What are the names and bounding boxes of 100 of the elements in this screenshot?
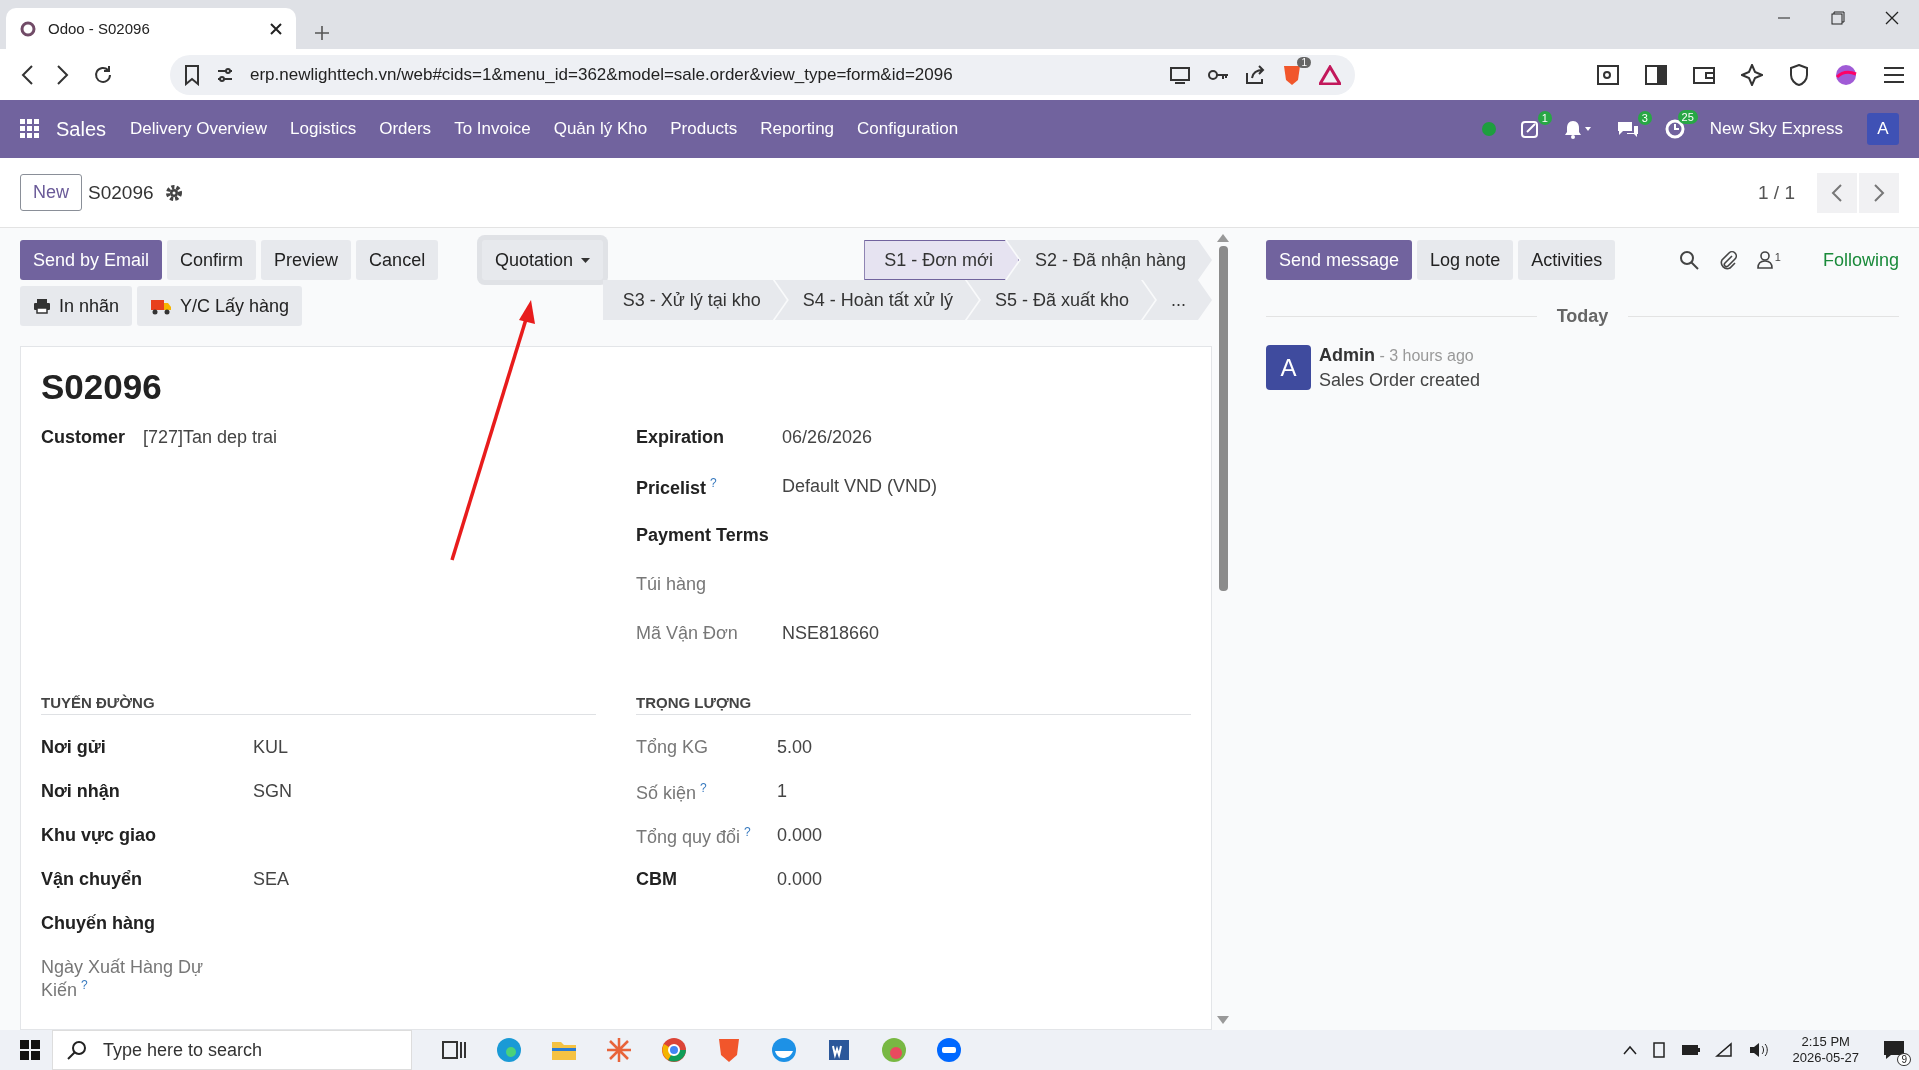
company-name[interactable]: New Sky Express [1709, 119, 1843, 139]
battery-icon[interactable] [1680, 1044, 1701, 1056]
field-value[interactable]: 0.000 [777, 869, 823, 890]
paperclip-icon[interactable] [1718, 250, 1737, 270]
action-button[interactable]: Y/C Lấy hàng [137, 286, 303, 326]
search-icon[interactable] [1678, 250, 1699, 270]
status-stage[interactable]: S3 - Xử lý tại kho [602, 280, 787, 320]
field-label: Pricelist $^{?}$ [636, 476, 718, 499]
settings-icon[interactable] [163, 182, 184, 203]
share-icon[interactable] [1245, 64, 1265, 85]
app-name[interactable]: Sales [56, 117, 107, 141]
scroll-up-icon[interactable] [1217, 234, 1229, 242]
menu-item[interactable]: Reporting [760, 119, 835, 139]
speaker-icon[interactable] [1748, 1042, 1769, 1058]
menu-item[interactable]: Orders [379, 119, 432, 139]
site-settings-icon[interactable] [216, 65, 234, 84]
chat-icon[interactable] [1615, 119, 1640, 139]
status-stage[interactable]: S4 - Hoàn tất xử lý [774, 280, 979, 320]
taskbar-search-field[interactable]: Type here to search [52, 1030, 412, 1070]
chatter-button[interactable]: Send message [1266, 240, 1413, 280]
browser-tab[interactable]: Odoo - S02096 [6, 8, 296, 49]
field-label: Tổng KG [636, 737, 710, 758]
menu-item[interactable]: Configuration [857, 119, 959, 139]
action-button[interactable]: Cancel [356, 240, 439, 280]
clock-date[interactable]: 2026-05-27 [1792, 1050, 1859, 1066]
field-value[interactable]: 5.00 [777, 737, 813, 758]
status-stage[interactable]: ... [1143, 280, 1212, 320]
forward-icon[interactable] [56, 63, 70, 86]
maximize-icon[interactable] [1831, 10, 1845, 25]
previous-button[interactable] [1817, 172, 1857, 213]
reload-icon[interactable] [92, 63, 114, 86]
activity-icon[interactable] [1519, 119, 1540, 139]
field-value[interactable]: 0.000 [777, 825, 823, 846]
shield-icon[interactable] [1789, 63, 1809, 86]
address-bar[interactable]: erp.newlighttech.vn/web#cids=1&menu_id=362&model=sale.order&view_type=form&id=2096 1 [170, 54, 1355, 95]
section-heading: TUYẾN ĐƯỜNG [41, 694, 596, 715]
action-button[interactable]: Preview [261, 240, 352, 280]
bell-icon[interactable] [1563, 119, 1592, 139]
profile-icon[interactable] [1835, 63, 1857, 86]
field-label: Nơi nhận [41, 781, 121, 802]
wallet-icon[interactable] [1693, 64, 1715, 85]
menu-item[interactable]: Delivery Overview [130, 119, 267, 139]
help-mark[interactable]: ? [700, 781, 707, 795]
field-value[interactable]: Default VND (VND) [782, 476, 938, 497]
scrollbar-thumb[interactable] [1218, 246, 1228, 591]
triangle-icon[interactable] [1319, 64, 1341, 85]
bookmark-icon[interactable] [184, 63, 200, 86]
device-icon[interactable] [1650, 1041, 1667, 1059]
url-text: erp.newlighttech.vn/web#cids=1&menu_id=362&model=sale.order&view_type=form&id=2096 [250, 64, 954, 85]
chatter-button[interactable]: Log note [1417, 240, 1514, 280]
field-value[interactable]: SGN [253, 781, 292, 802]
search-page-icon[interactable] [1597, 64, 1619, 85]
chevron-up-icon[interactable] [1622, 1045, 1637, 1055]
next-button[interactable] [1859, 172, 1899, 213]
chatter-button[interactable]: Activities [1518, 240, 1616, 280]
field-value[interactable]: KUL [253, 737, 288, 758]
close-icon[interactable] [1885, 10, 1899, 25]
new-tab-icon[interactable] [314, 25, 330, 41]
asterisk-icon[interactable] [605, 1036, 633, 1064]
status-stage[interactable]: S1 - Đơn mới [864, 240, 1019, 280]
windows-logo-icon[interactable] [20, 1040, 40, 1060]
clock-time[interactable]: 2:15 PM [1792, 1034, 1859, 1050]
sparkle-icon[interactable] [1741, 63, 1763, 86]
field-label: Số kiện $^{?}$ [636, 781, 708, 804]
help-mark[interactable]: ? [710, 476, 717, 490]
wifi-icon[interactable] [1714, 1042, 1735, 1058]
action-button[interactable]: In nhãn [20, 286, 133, 326]
field-value[interactable]: 06/26/2026 [782, 427, 873, 448]
field-value[interactable]: SEA [253, 869, 290, 890]
notification-badge: 1 [1537, 111, 1552, 125]
help-mark[interactable]: ? [81, 978, 88, 992]
menu-icon[interactable] [1883, 65, 1905, 84]
field-label: Khu vực giao [41, 825, 158, 846]
cast-icon[interactable] [1169, 65, 1191, 84]
key-icon[interactable] [1207, 67, 1229, 82]
scroll-down-icon[interactable] [1217, 1016, 1229, 1024]
person-icon [1756, 251, 1773, 269]
field-value[interactable]: 1 [777, 781, 787, 802]
action-button[interactable]: Confirm [167, 240, 257, 280]
new-button[interactable]: New [20, 174, 82, 211]
close-icon[interactable] [270, 22, 282, 35]
message-author[interactable]: Admin [1319, 345, 1375, 365]
apps-menu-icon[interactable] [20, 119, 40, 139]
status-stage[interactable]: S5 - Đã xuất kho [966, 280, 1155, 320]
field-value[interactable]: [727]Tan dep trai [143, 427, 278, 448]
menu-item[interactable]: Quản lý Kho [553, 119, 648, 139]
help-mark[interactable]: ? [744, 825, 751, 839]
user-avatar[interactable]: A [1867, 113, 1899, 145]
following-button[interactable]: Following [1822, 249, 1899, 271]
chrome-icon[interactable] [660, 1036, 688, 1064]
sidebar-icon[interactable] [1645, 64, 1667, 85]
field-label: Expiration [636, 427, 725, 448]
action-button[interactable]: Send by Email [20, 240, 163, 280]
status-stage[interactable]: S2 - Đã nhận hàng [1006, 240, 1212, 280]
menu-item[interactable]: Products [670, 119, 738, 139]
back-icon[interactable] [20, 63, 34, 86]
field-value[interactable]: NSE818660 [782, 623, 880, 644]
menu-item[interactable]: Logistics [290, 119, 357, 139]
menu-item[interactable]: To Invoice [454, 119, 531, 139]
followers-button[interactable]: 1 [1756, 251, 1781, 269]
